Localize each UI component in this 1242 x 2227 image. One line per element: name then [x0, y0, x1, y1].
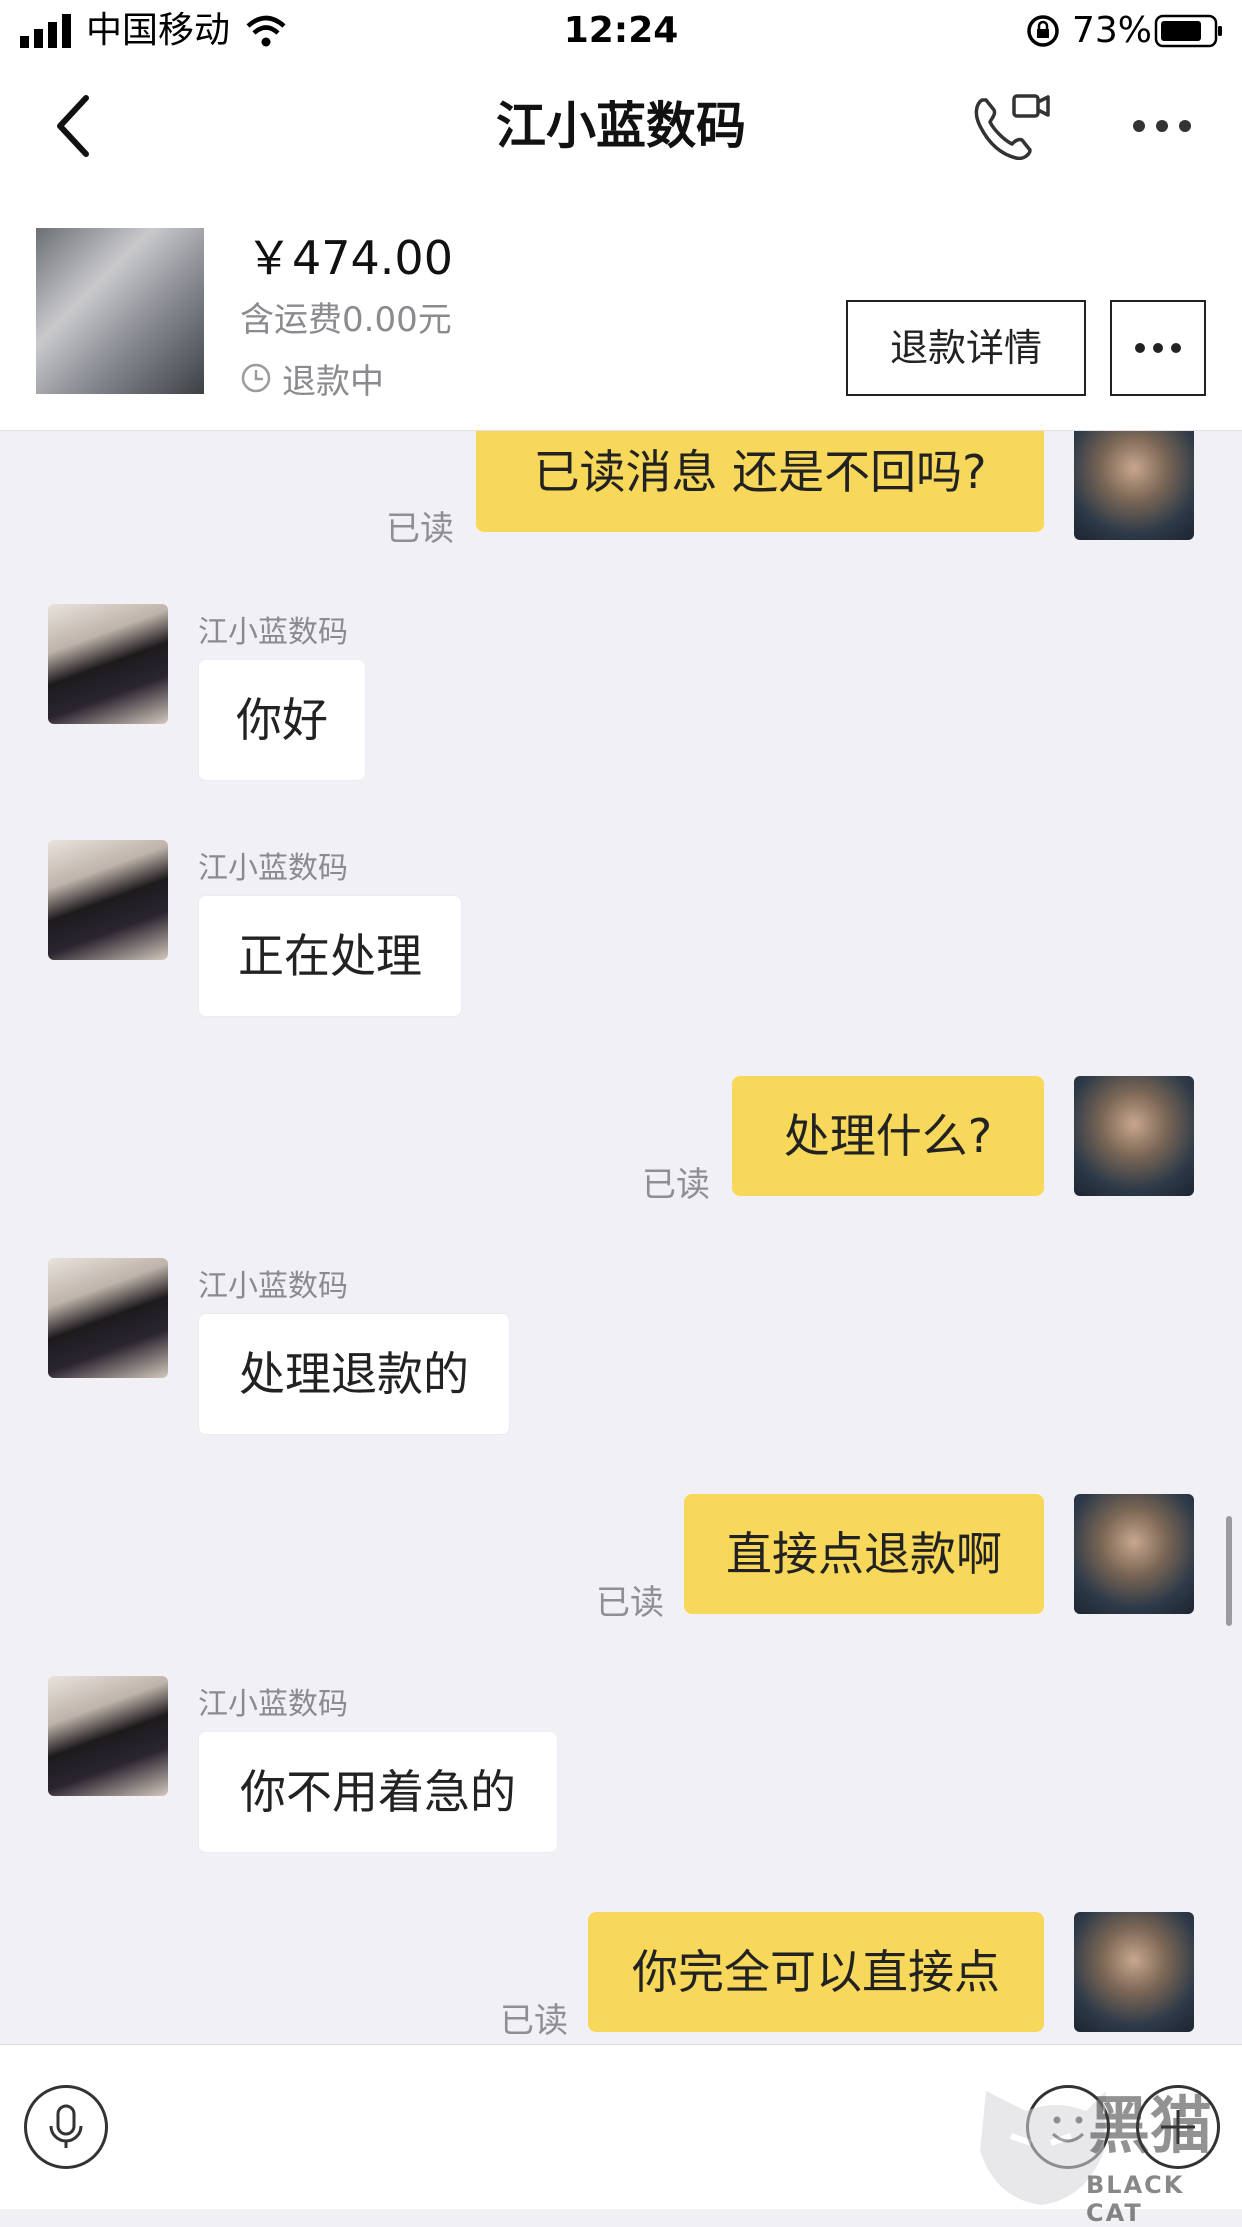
avatar[interactable]	[1074, 1494, 1194, 1614]
avatar[interactable]	[48, 1258, 168, 1378]
refund-status: 退款中	[282, 362, 384, 402]
refund-details-label: 退款详情	[889, 326, 1042, 370]
sender-name: 江小蓝数码	[198, 615, 348, 650]
avatar[interactable]	[1074, 1912, 1194, 2032]
product-card[interactable]: ￥474.00 含运费0.00元 退款中 退款详情	[0, 190, 1242, 431]
read-receipt: 已读	[500, 2001, 568, 2041]
input-bar: 黑猫 BLACK CAT	[0, 2044, 1242, 2227]
message-text: 处理退款的	[239, 1347, 469, 1401]
message-input[interactable]	[128, 2075, 1028, 2179]
watermark-en: BLACK CAT	[1086, 2171, 1185, 2227]
navigation-bar: 江小蓝数码	[0, 62, 1242, 190]
message-text: 处理什么?	[783, 1109, 993, 1163]
card-more-button[interactable]	[1110, 300, 1206, 396]
message-text: 你好	[236, 693, 328, 747]
avatar[interactable]	[1074, 1076, 1194, 1196]
avatar[interactable]	[1074, 431, 1194, 540]
watermark-cn: 黑猫	[1088, 2089, 1213, 2162]
message-text: 你不用着急的	[240, 1765, 516, 1819]
more-icon	[1135, 343, 1181, 353]
product-price: ￥474.00	[246, 231, 453, 285]
more-icon[interactable]	[1130, 116, 1194, 136]
message-bubble-outgoing[interactable]: 你完全可以直接点	[588, 1912, 1044, 2032]
message-bubble-incoming[interactable]: 你好	[198, 659, 366, 781]
video-call-icon[interactable]	[972, 92, 1052, 161]
page-title: 江小蓝数码	[496, 97, 746, 155]
sender-name: 江小蓝数码	[198, 1269, 348, 1304]
shipping-fee: 含运费0.00元	[240, 300, 452, 340]
message-bubble-outgoing[interactable]: 直接点退款啊	[684, 1494, 1044, 1614]
message-text: 已读消息 还是不回吗?	[533, 445, 987, 499]
battery-percent: 73%	[1072, 10, 1153, 51]
status-bar: 中国移动 12:24 73%	[0, 0, 1242, 62]
clock-icon	[240, 362, 272, 394]
read-receipt: 已读	[596, 1583, 664, 1623]
read-receipt: 已读	[642, 1165, 710, 1205]
voice-button[interactable]	[24, 2085, 108, 2169]
microphone-icon	[49, 2104, 83, 2148]
avatar[interactable]	[48, 1676, 168, 1796]
sender-name: 江小蓝数码	[198, 1687, 348, 1722]
message-text: 直接点退款啊	[726, 1527, 1002, 1581]
scrollbar[interactable]	[1226, 1516, 1232, 1626]
message-bubble-outgoing[interactable]: 处理什么?	[732, 1076, 1044, 1196]
avatar[interactable]	[48, 840, 168, 960]
avatar[interactable]	[48, 604, 168, 724]
message-text: 你完全可以直接点	[632, 1945, 1000, 1999]
read-receipt: 已读	[386, 509, 454, 549]
message-bubble-incoming[interactable]: 你不用着急的	[198, 1731, 558, 1853]
chat-area[interactable]: 已读消息 还是不回吗? 已读 江小蓝数码 你好 江小蓝数码 正在处理 处理什么?…	[0, 431, 1242, 2044]
refund-details-button[interactable]: 退款详情	[846, 300, 1086, 396]
rotation-lock-icon	[1026, 14, 1060, 48]
product-thumbnail[interactable]	[36, 228, 204, 394]
message-bubble-outgoing[interactable]: 已读消息 还是不回吗?	[476, 431, 1044, 532]
message-bubble-incoming[interactable]: 正在处理	[198, 895, 462, 1017]
message-text: 正在处理	[238, 929, 422, 983]
message-bubble-incoming[interactable]: 处理退款的	[198, 1313, 510, 1435]
sender-name: 江小蓝数码	[198, 851, 348, 886]
battery-icon	[1154, 14, 1224, 48]
